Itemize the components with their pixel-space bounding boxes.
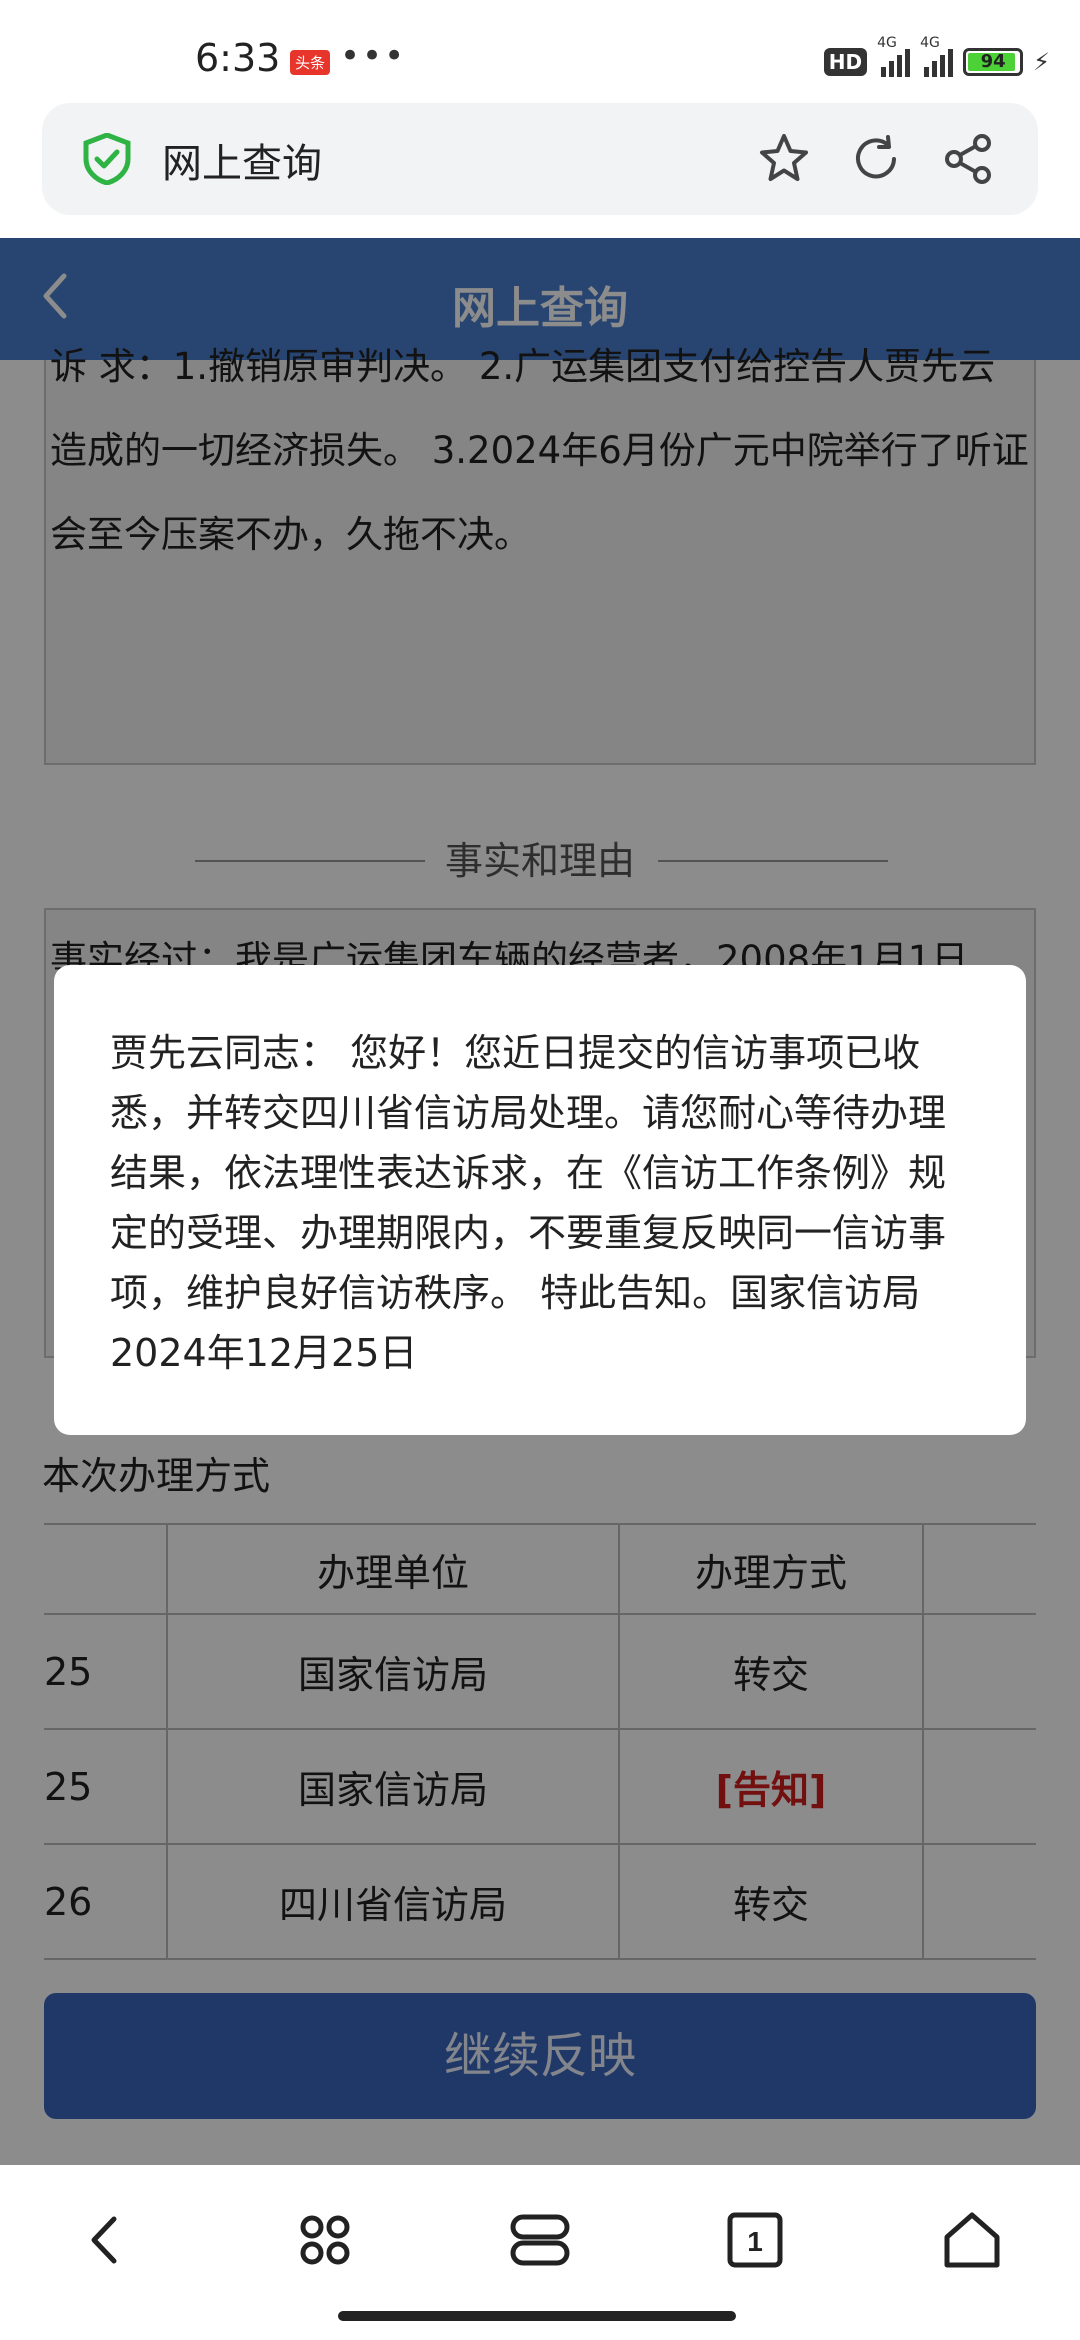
status-bar: 6:33 头条 ••• HD 4G 4G 94 ⚡ xyxy=(0,0,1080,100)
browser-address-bar[interactable]: 网上查询 xyxy=(42,103,1038,215)
modal-message: 贾先云同志： 您好！您近日提交的信访事项已收悉，并转交四川省信访局处理。请您耐心… xyxy=(110,1031,947,1375)
battery-icon: 94 xyxy=(963,48,1024,76)
tab-count: 1 xyxy=(747,2226,763,2257)
charging-icon: ⚡ xyxy=(1033,48,1050,76)
share-icon[interactable] xyxy=(940,131,996,187)
home-icon[interactable] xyxy=(937,2205,1007,2275)
toutiao-badge-icon: 头条 xyxy=(290,50,331,75)
menu-icon[interactable] xyxy=(505,2205,575,2275)
home-indicator[interactable] xyxy=(338,2311,736,2321)
notification-modal[interactable]: 贾先云同志： 您好！您近日提交的信访事项已收悉，并转交四川省信访局处理。请您耐心… xyxy=(54,965,1026,1435)
status-right: HD 4G 4G 94 ⚡ xyxy=(823,35,1050,82)
shield-check-icon xyxy=(83,133,131,185)
browser-page-title: 网上查询 xyxy=(162,141,322,187)
signal-icon-1: 4G xyxy=(877,35,911,77)
more-notifications-icon: ••• xyxy=(340,36,407,76)
refresh-icon[interactable] xyxy=(848,131,904,187)
hd-icon: HD xyxy=(823,48,868,76)
network-label-1: 4G xyxy=(877,35,897,51)
apps-icon[interactable] xyxy=(290,2205,360,2275)
battery-percent: 94 xyxy=(980,51,1006,72)
signal-icon-2: 4G xyxy=(920,35,954,77)
tabs-icon[interactable]: 1 xyxy=(720,2205,790,2275)
status-time: 6:33 xyxy=(195,36,281,80)
star-icon[interactable] xyxy=(756,131,812,187)
network-label-2: 4G xyxy=(920,35,940,51)
back-icon[interactable] xyxy=(72,2205,142,2275)
